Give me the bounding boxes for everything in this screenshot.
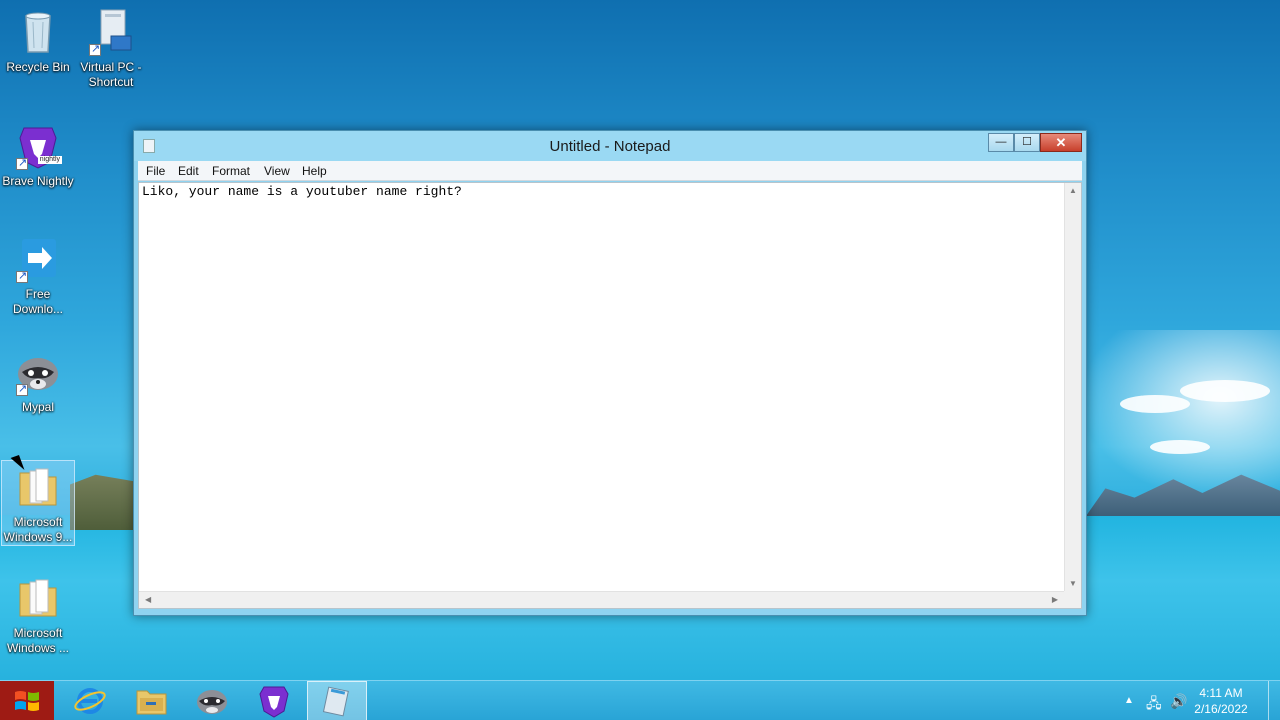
desktop-icon-label: Microsoft Windows ... (6, 626, 69, 655)
menu-view[interactable]: View (264, 164, 290, 178)
volume-icon[interactable]: 🔊 (1170, 693, 1187, 710)
desktop-icon-recycle-bin[interactable]: Recycle Bin (1, 8, 75, 75)
mountain (70, 474, 134, 530)
desktop-icon-label: Mypal (21, 400, 54, 414)
shortcut-arrow-icon (16, 269, 28, 284)
desktop-icon-label: Free Downlo... (12, 287, 64, 316)
notepad-window[interactable]: Untitled - Notepad — ☐ ✕ File Edit Forma… (133, 130, 1087, 616)
system-clock[interactable]: 4:11 AM 2/16/2022 (1186, 685, 1256, 717)
mypal-raccoon-icon (14, 348, 62, 397)
desktop-icon-free-download-manager[interactable]: Free Downlo... (1, 235, 75, 317)
menu-edit[interactable]: Edit (178, 164, 199, 178)
taskbar-mypal[interactable] (182, 681, 242, 720)
shortcut-arrow-icon (16, 156, 28, 171)
window-title: Untitled - Notepad (549, 138, 671, 155)
cloud (1180, 380, 1270, 402)
show-desktop-button[interactable] (1268, 681, 1280, 720)
taskbar-internet-explorer[interactable] (60, 681, 120, 720)
menu-format[interactable]: Format (212, 164, 250, 178)
desktop-icon-mypal[interactable]: Mypal (1, 348, 75, 415)
start-button[interactable] (0, 681, 54, 720)
menu-help[interactable]: Help (302, 164, 327, 178)
sky-glow (1080, 330, 1280, 500)
file-explorer-icon (136, 690, 167, 715)
cloud (1120, 395, 1190, 413)
shortcut-arrow-icon (89, 42, 101, 57)
recycle-bin-icon (14, 8, 62, 56)
scroll-up-icon[interactable]: ▲ (1069, 186, 1077, 195)
clock-time: 4:11 AM (1199, 686, 1243, 700)
taskbar: ▲ 🖧 🔊 4:11 AM 2/16/2022 (0, 680, 1280, 720)
desktop-icon-label: Microsoft Windows 9... (3, 515, 73, 544)
cloud (1150, 440, 1210, 454)
network-icon[interactable]: 🖧 (1146, 693, 1162, 717)
virtual-pc-icon (87, 8, 135, 57)
editor-text[interactable]: Liko, your name is a youtuber name right… (142, 184, 1061, 590)
internet-explorer-icon (74, 688, 106, 714)
desktop-icon-label: Brave Nightly (2, 174, 74, 188)
text-editor[interactable]: Liko, your name is a youtuber name right… (138, 182, 1082, 609)
show-hidden-icons-icon[interactable]: ▲ (1124, 695, 1134, 706)
nightly-badge: nightly (37, 156, 62, 164)
mypal-raccoon-icon (197, 690, 227, 714)
free-download-manager-icon (14, 235, 62, 284)
maximize-button[interactable]: ☐ (1014, 133, 1040, 152)
windows-logo-icon (15, 691, 39, 711)
scroll-left-icon[interactable]: ◀ (145, 595, 151, 604)
scroll-down-icon[interactable]: ▼ (1069, 579, 1077, 588)
menu-file[interactable]: File (146, 164, 165, 178)
brave-nightly-icon: nightly (14, 122, 62, 171)
folder-icon (14, 574, 62, 622)
brave-nightly-icon (259, 686, 289, 718)
desktop-icon-label: Virtual PC - Shortcut (80, 60, 142, 89)
taskbar-brave-nightly[interactable] (244, 681, 304, 720)
close-button[interactable]: ✕ (1040, 133, 1082, 152)
desktop-icon-virtual-pc[interactable]: Virtual PC - Shortcut (74, 8, 148, 90)
resize-grip[interactable] (1064, 591, 1081, 608)
desktop-icon-label: Recycle Bin (6, 60, 70, 74)
shortcut-arrow-icon (16, 382, 28, 397)
taskbar-file-explorer[interactable] (121, 681, 181, 720)
taskbar-notepad[interactable] (307, 681, 367, 720)
notepad-icon (322, 686, 349, 717)
desktop-icon-microsoft-windows-9[interactable]: Microsoft Windows 9... (1, 460, 75, 546)
title-bar[interactable]: Untitled - Notepad — ☐ ✕ (134, 131, 1086, 161)
vertical-scrollbar[interactable]: ▲ ▼ (1064, 183, 1081, 591)
desktop-icon-brave-nightly[interactable]: nightly Brave Nightly (1, 122, 75, 189)
clock-date: 2/16/2022 (1194, 702, 1248, 716)
menu-bar: File Edit Format View Help (138, 161, 1082, 181)
minimize-button[interactable]: — (988, 133, 1014, 152)
horizontal-scrollbar[interactable]: ◀ ▶ (139, 591, 1064, 608)
scroll-right-icon[interactable]: ▶ (1052, 595, 1058, 604)
desktop-icon-microsoft-windows[interactable]: Microsoft Windows ... (1, 574, 75, 656)
